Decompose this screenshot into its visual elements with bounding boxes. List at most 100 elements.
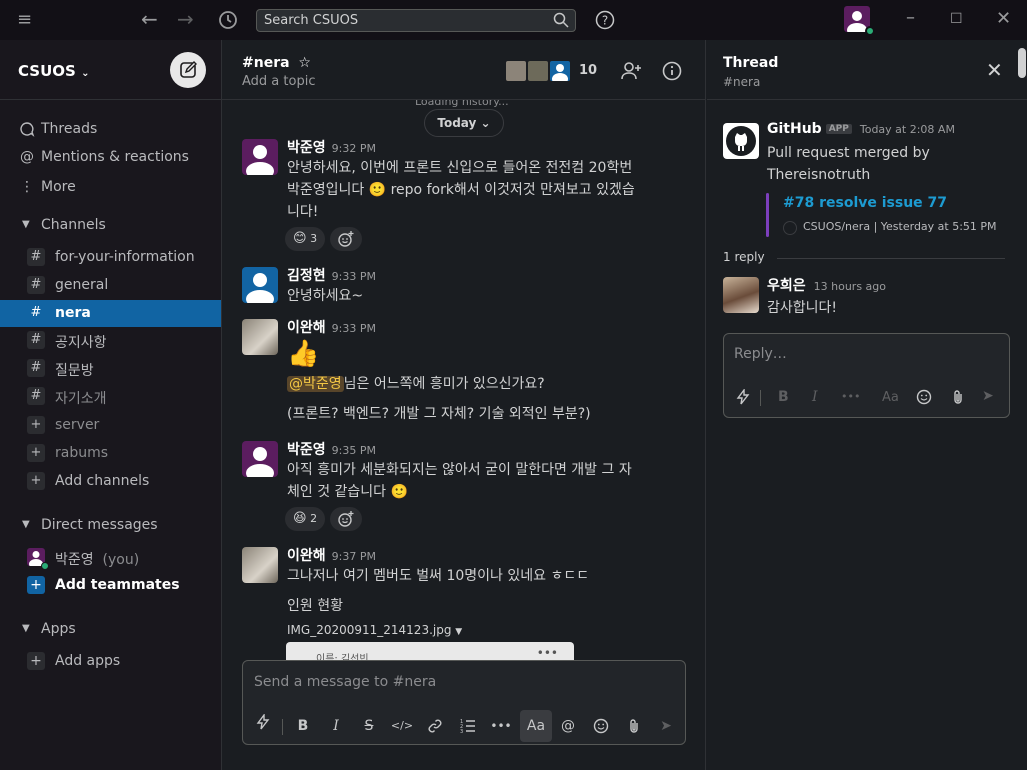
message-text: 그나저나 여기 멤버도 벌써 10명이나 있네요 ㅎㄷㄷ 인원 현황 IMG_2…: [287, 565, 687, 643]
message-timestamp[interactable]: 9:33 PM: [332, 322, 376, 335]
channel-topic[interactable]: Add a topic: [242, 74, 315, 89]
back-arrow-icon[interactable]: ←: [141, 9, 158, 29]
sidebar-channel-introductions[interactable]: # 자기소개: [0, 383, 221, 410]
reply-input[interactable]: Reply…: [734, 346, 787, 362]
message-author[interactable]: 김정현 9:33 PM: [287, 265, 376, 285]
more-vertical-icon: ⋮: [20, 179, 34, 195]
thread-parent-author[interactable]: GitHub APP Today at 2:08 AM: [767, 121, 955, 137]
link-icon[interactable]: [422, 713, 448, 739]
dm-label: 박준영 (you): [55, 552, 140, 568]
more-horizontal-icon[interactable]: •••: [537, 646, 558, 660]
channels-section-header[interactable]: ▼ Channels: [0, 212, 221, 239]
search-bar[interactable]: Search CSUOS: [256, 9, 576, 32]
compose-button[interactable]: [170, 52, 206, 88]
reply-author[interactable]: 우희은 13 hours ago: [767, 275, 886, 295]
avatar[interactable]: [242, 267, 278, 303]
message-author[interactable]: 이완해 9:37 PM: [287, 545, 376, 565]
sidebar-channel-questions[interactable]: # 질문방: [0, 355, 221, 382]
minimize-icon[interactable]: –: [906, 9, 915, 27]
member-count[interactable]: 10: [579, 63, 597, 78]
message-timestamp[interactable]: 9:32 PM: [332, 142, 376, 155]
message-timestamp[interactable]: 9:35 PM: [332, 444, 376, 457]
dm-section-header[interactable]: ▼ Direct messages: [0, 512, 221, 539]
shortcuts-lightning-icon[interactable]: [736, 387, 750, 409]
avatar[interactable]: [242, 139, 278, 175]
italic-icon[interactable]: I: [323, 713, 349, 739]
shortcuts-lightning-icon[interactable]: [250, 712, 276, 739]
formatting-aa-icon[interactable]: Aa: [520, 710, 552, 742]
day-divider-button[interactable]: Today ⌄: [424, 109, 504, 137]
apps-section-header[interactable]: ▼ Apps: [0, 616, 221, 643]
composer-input[interactable]: Send a message to #nera: [254, 674, 436, 690]
more-horizontal-icon[interactable]: •••: [488, 713, 514, 739]
bold-icon[interactable]: B: [290, 713, 316, 739]
send-icon[interactable]: ➤: [653, 713, 679, 739]
message-author[interactable]: 박준영 9:35 PM: [287, 439, 376, 459]
add-member-icon[interactable]: [620, 60, 642, 86]
sidebar-channel-notices[interactable]: # 공지사항: [0, 327, 221, 354]
hamburger-menu-icon[interactable]: ≡: [17, 11, 32, 29]
reply-avatar[interactable]: [723, 277, 759, 313]
user-mention[interactable]: @박준영: [287, 376, 344, 392]
plus-icon: +: [27, 472, 45, 490]
reaction-pill[interactable]: 😊 3: [285, 227, 326, 251]
add-channels-button[interactable]: + Add channels: [0, 468, 221, 495]
add-apps-button[interactable]: + Add apps: [0, 648, 221, 675]
section-label: Direct messages: [41, 517, 158, 533]
italic-icon[interactable]: I: [812, 389, 818, 405]
emoji-icon[interactable]: [588, 713, 614, 739]
message-timestamp[interactable]: 9:33 PM: [332, 270, 376, 283]
strikethrough-icon[interactable]: S: [356, 713, 382, 739]
send-icon[interactable]: ➤: [982, 388, 994, 404]
sidebar-item-mentions[interactable]: @ Mentions & reactions: [0, 144, 221, 171]
message-author[interactable]: 박준영 9:32 PM: [287, 137, 376, 157]
add-reaction-icon[interactable]: [330, 507, 362, 531]
help-icon[interactable]: ?: [595, 10, 615, 34]
history-clock-icon[interactable]: [218, 10, 238, 34]
sidebar-channel-server[interactable]: + server: [0, 412, 221, 439]
thread-scrollbar[interactable]: [1018, 48, 1026, 78]
github-logo-icon[interactable]: [723, 123, 759, 159]
workspace-name[interactable]: CSUOS ⌄: [18, 62, 89, 80]
pr-link[interactable]: #78 resolve issue 77: [783, 195, 947, 211]
formatting-aa-icon[interactable]: Aa: [882, 390, 899, 405]
file-name[interactable]: IMG_20200911_214123.jpg ▼: [287, 619, 687, 643]
workspace-header[interactable]: CSUOS ⌄: [0, 40, 221, 100]
numbered-list-icon[interactable]: 123: [455, 713, 481, 739]
add-teammates-button[interactable]: + Add teammates: [0, 572, 221, 599]
sidebar-channel-for-your-information[interactable]: # for-your-information: [0, 244, 221, 271]
reply-composer[interactable]: Reply… B I ••• Aa ➤: [723, 333, 1010, 418]
attachment-paperclip-icon[interactable]: [621, 713, 647, 739]
code-icon[interactable]: </>: [389, 713, 415, 739]
sidebar-item-more[interactable]: ⋮ More: [0, 174, 221, 201]
reaction-pill[interactable]: 😆 2: [285, 507, 326, 531]
sidebar-item-label: More: [41, 179, 76, 195]
message-author[interactable]: 이완해 9:33 PM: [287, 317, 376, 337]
sidebar-channel-nera[interactable]: # nera: [0, 300, 221, 327]
avatar[interactable]: [242, 319, 278, 355]
mention-at-icon[interactable]: @: [555, 713, 581, 739]
avatar[interactable]: [242, 547, 278, 583]
emoji-icon[interactable]: [916, 389, 932, 409]
sidebar-channel-general[interactable]: # general: [0, 272, 221, 299]
sidebar-item-threads[interactable]: Threads: [0, 116, 221, 143]
thread-channel[interactable]: #nera: [723, 75, 760, 89]
attachment-paperclip-icon[interactable]: [951, 389, 965, 409]
reply-time[interactable]: 13 hours ago: [814, 280, 886, 293]
sidebar-channel-rabums[interactable]: + rabums: [0, 440, 221, 467]
avatar[interactable]: [242, 441, 278, 477]
info-icon[interactable]: [662, 61, 682, 85]
star-icon[interactable]: ☆: [298, 55, 311, 71]
more-horizontal-icon[interactable]: •••: [841, 390, 860, 403]
forward-arrow-icon[interactable]: →: [177, 9, 194, 29]
maximize-icon[interactable]: ☐: [950, 10, 963, 28]
thread-parent-time[interactable]: Today at 2:08 AM: [860, 123, 955, 136]
channel-title[interactable]: #nera ☆: [242, 55, 311, 71]
bold-icon[interactable]: B: [778, 389, 789, 405]
dm-item-self[interactable]: 박준영 (you): [0, 544, 221, 571]
close-thread-icon[interactable]: ✕: [986, 58, 1003, 82]
close-window-icon[interactable]: ✕: [996, 10, 1011, 28]
message-composer[interactable]: Send a message to #nera B I S </> 123 ••…: [242, 660, 686, 745]
message-timestamp[interactable]: 9:37 PM: [332, 550, 376, 563]
add-reaction-icon[interactable]: [330, 227, 362, 251]
